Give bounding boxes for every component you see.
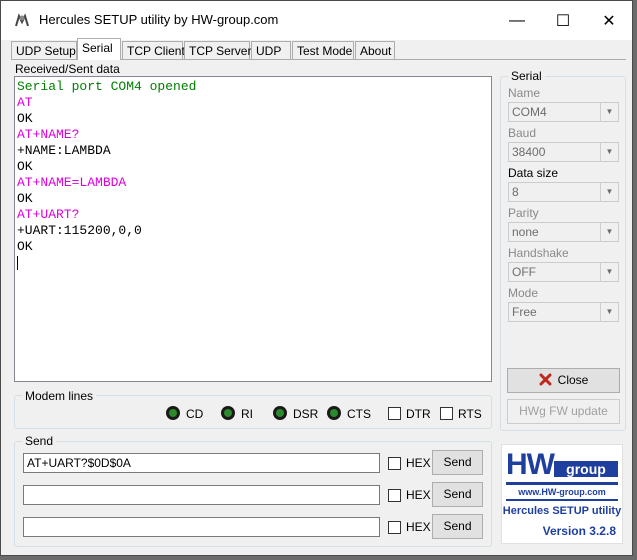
hex-label-1: HEX — [406, 456, 431, 470]
terminal-line: +UART:115200,0,0 — [17, 223, 142, 238]
dsr-label: DSR — [293, 407, 319, 421]
parity-select[interactable]: none ▼ — [508, 222, 619, 242]
ri-led-icon — [221, 406, 235, 420]
minimize-icon: — — [509, 11, 525, 29]
maximize-icon: ☐ — [555, 12, 571, 30]
send-button-1[interactable]: Send — [432, 450, 483, 475]
terminal-line: AT+NAME=LAMBDA — [17, 175, 127, 190]
terminal-line: +NAME:LAMBDA — [17, 143, 111, 158]
serial-group-title: Serial — [508, 69, 545, 83]
chevron-down-icon: ▼ — [600, 303, 618, 321]
baud-value: 38400 — [512, 145, 546, 159]
send-button-2[interactable]: Send — [432, 482, 483, 507]
ri-label: RI — [241, 407, 253, 421]
tab-tcp-client[interactable]: TCP Client — [122, 41, 185, 60]
send-input-2[interactable] — [23, 485, 380, 505]
port-name-value: COM4 — [512, 105, 547, 119]
tab-about[interactable]: About — [355, 41, 395, 60]
rts-label: RTS — [458, 407, 482, 421]
data-size-label: Data size — [508, 166, 559, 180]
dtr-checkbox[interactable] — [388, 407, 401, 420]
port-name-select[interactable]: COM4 ▼ — [508, 102, 619, 122]
name-label: Name — [508, 86, 541, 100]
chevron-down-icon: ▼ — [600, 223, 618, 241]
logo-url: www.HW-group.com — [518, 487, 606, 497]
tab-udp[interactable]: UDP — [251, 41, 291, 60]
close-port-button[interactable]: Close — [507, 368, 620, 393]
terminal-line: OK — [17, 159, 33, 174]
cd-led-icon — [166, 406, 180, 420]
mode-select[interactable]: Free ▼ — [508, 302, 619, 322]
chevron-down-icon: ▼ — [600, 183, 618, 201]
hex-checkbox-3[interactable] — [388, 521, 401, 534]
hex-label-2: HEX — [406, 488, 431, 502]
chevron-down-icon: ▼ — [600, 263, 618, 281]
baud-label: Baud — [508, 126, 537, 140]
send-button-3[interactable]: Send — [432, 514, 483, 539]
close-icon: ✕ — [602, 12, 616, 30]
cd-label: CD — [186, 407, 204, 421]
hex-checkbox-2[interactable] — [388, 489, 401, 502]
logo-rule — [506, 482, 618, 485]
maximize-button[interactable]: ☐ — [540, 1, 586, 40]
tab-udp-setup[interactable]: UDP Setup — [11, 41, 77, 60]
parity-label: Parity — [508, 206, 539, 220]
window-title: Hercules SETUP utility by HW-group.com — [39, 12, 279, 27]
terminal-line: Serial port COM4 opened — [17, 79, 197, 94]
cts-led-icon — [327, 406, 341, 420]
logo-product: Hercules SETUP utility — [502, 505, 622, 517]
data-size-value: 8 — [512, 185, 519, 199]
terminal-lines: Serial port COM4 opened AT OK AT+NAME? +NAME… — [17, 79, 489, 255]
send-group-title: Send — [22, 434, 57, 448]
close-port-label: Close — [557, 373, 589, 387]
tab-tcp-server[interactable]: TCP Server — [184, 41, 251, 60]
terminal-line: OK — [17, 239, 33, 254]
hercules-app-icon — [14, 13, 30, 29]
parity-value: none — [512, 225, 539, 239]
mode-value: Free — [512, 305, 537, 319]
logo-group: group — [554, 461, 618, 477]
modem-lines-title: Modem lines — [22, 389, 97, 403]
hex-checkbox-1[interactable] — [388, 457, 401, 470]
send-input-1[interactable]: AT+UART?$0D$0A — [23, 453, 380, 473]
terminal-line: OK — [17, 111, 33, 126]
handshake-label: Handshake — [508, 246, 569, 260]
received-data-terminal[interactable]: Serial port COM4 opened AT OK AT+NAME? +NAME… — [14, 76, 492, 382]
terminal-cursor-line — [17, 255, 489, 271]
minimize-button[interactable]: — — [494, 1, 540, 40]
send-input-3[interactable] — [23, 517, 380, 537]
text-cursor — [17, 255, 18, 270]
baud-select[interactable]: 38400 ▼ — [508, 142, 619, 162]
close-window-button[interactable]: ✕ — [586, 1, 632, 40]
tab-test-mode[interactable]: Test Mode — [292, 41, 354, 60]
cts-label: CTS — [347, 407, 371, 421]
app-window: Hercules SETUP utility by HW-group.com —… — [0, 0, 633, 556]
hex-label-3: HEX — [406, 520, 431, 534]
chevron-down-icon: ▼ — [600, 103, 618, 121]
received-label: Received/Sent data — [15, 62, 120, 76]
title-bar[interactable]: Hercules SETUP utility by HW-group.com —… — [1, 1, 632, 40]
logo-version: Version 3.2.8 — [542, 524, 616, 538]
hwg-fw-update-button[interactable]: HWg FW update — [507, 399, 620, 424]
tab-serial[interactable]: Serial — [77, 38, 121, 60]
terminal-line: AT+UART? — [17, 207, 80, 222]
data-size-select[interactable]: 8 ▼ — [508, 182, 619, 202]
dsr-led-icon — [273, 406, 287, 420]
mode-label: Mode — [508, 286, 539, 300]
logo-rule-2 — [506, 499, 618, 501]
rts-checkbox[interactable] — [440, 407, 453, 420]
terminal-line: AT+NAME? — [17, 127, 80, 142]
handshake-select[interactable]: OFF ▼ — [508, 262, 619, 282]
handshake-value: OFF — [512, 265, 536, 279]
logo-hw: HW — [506, 448, 555, 481]
terminal-line: AT — [17, 95, 33, 110]
terminal-line: OK — [17, 191, 33, 206]
chevron-down-icon: ▼ — [600, 143, 618, 161]
dtr-label: DTR — [406, 407, 431, 421]
red-x-icon — [539, 373, 552, 386]
hw-group-logo: HW group www.HW-group.com Hercules SETUP… — [501, 444, 623, 544]
